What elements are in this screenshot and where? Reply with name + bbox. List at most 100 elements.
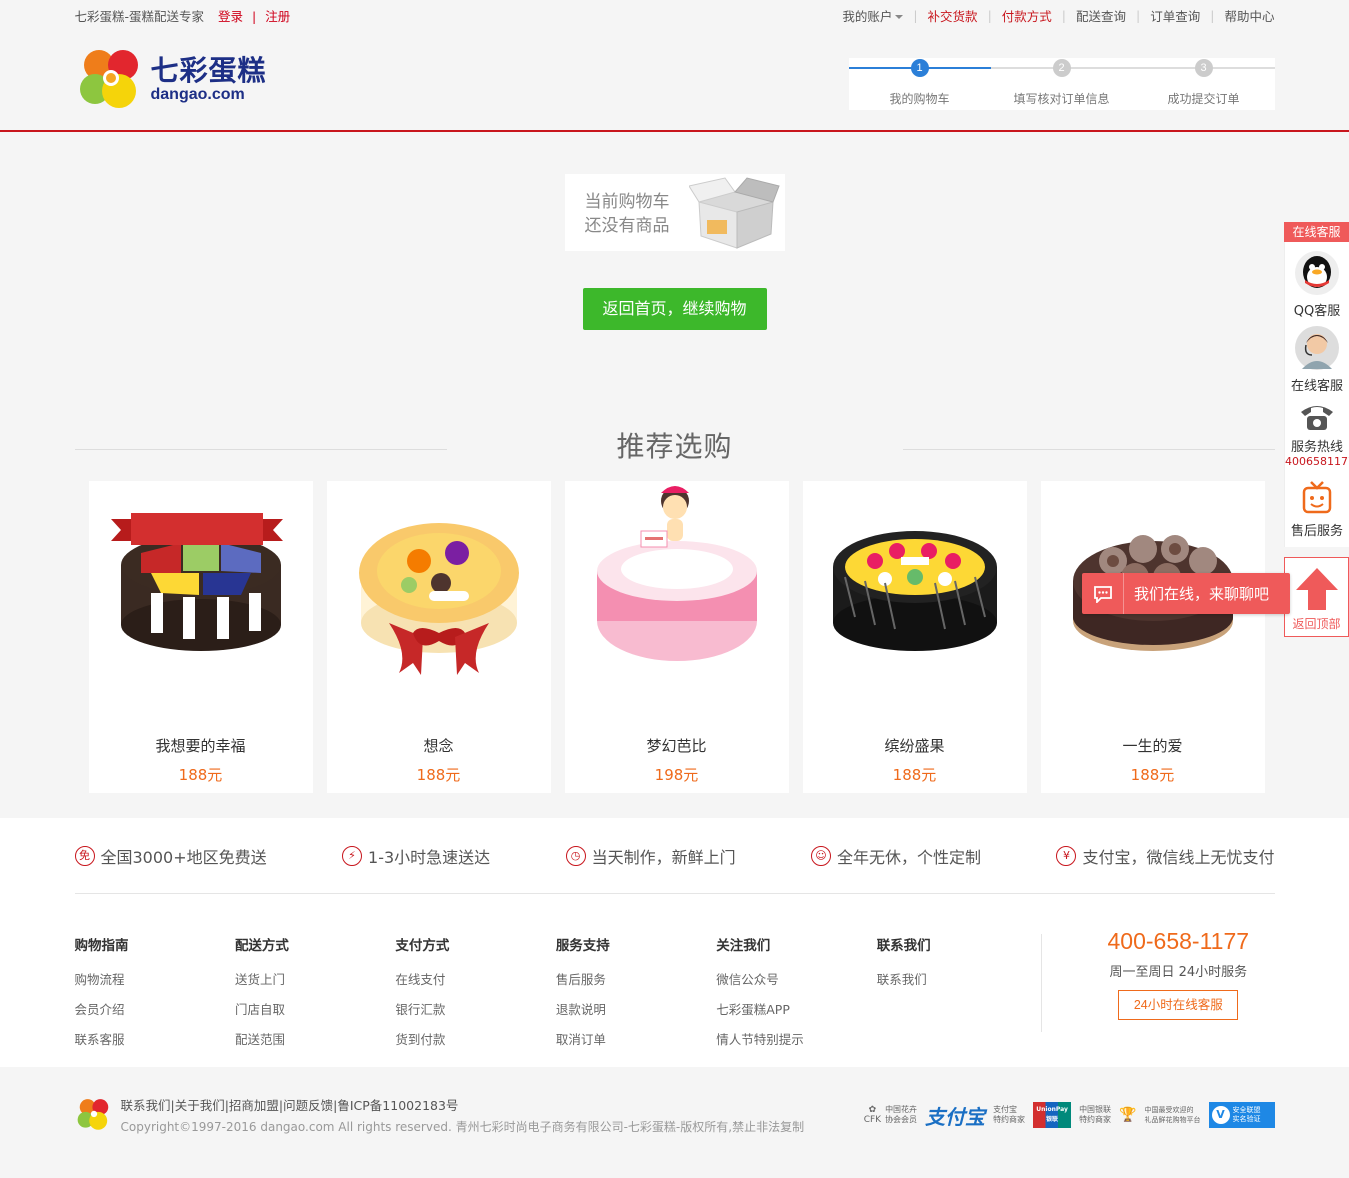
footer-col-title: 联系我们: [876, 938, 931, 954]
logo-text: 七彩蛋糕 dangao.com: [151, 57, 267, 103]
register-link[interactable]: 注册: [265, 9, 290, 24]
hotline-label: 服务热线: [1290, 440, 1343, 455]
pay-balance-link[interactable]: 补交货款: [928, 6, 978, 25]
footer-link[interactable]: 联系我们: [877, 969, 1037, 988]
product-image[interactable]: [565, 481, 789, 721]
chat-invite-button[interactable]: 我们在线，来聊聊吧: [1082, 573, 1290, 614]
bottom-links[interactable]: 联系我们|关于我们|招商加盟|问题反馈|鲁ICP备11002183号: [121, 1095, 805, 1114]
footer-link[interactable]: 银行汇款: [395, 999, 555, 1018]
after-sales-button[interactable]: 售后服务: [1285, 472, 1349, 547]
empty-cart-message: 当前购物车 还没有商品: [585, 190, 670, 238]
side-service-panel: 在线客服 QQ客服 在线客服 服务热线 4006581177 售后服务: [1284, 222, 1349, 547]
product-card[interactable]: 热卖单品 我想要的幸福 188元: [88, 481, 313, 793]
site-logo[interactable]: 七彩蛋糕 dangao.com: [75, 45, 267, 115]
step-submit: 3 成功提交订单: [1132, 58, 1275, 110]
site-slogan: 七彩蛋糕-蛋糕配送专家: [74, 8, 205, 24]
free-icon: 免: [74, 845, 95, 866]
back-to-home-button[interactable]: 返回首页，继续购物: [582, 288, 767, 330]
footer-link[interactable]: 取消订单: [556, 1029, 716, 1048]
product-name[interactable]: 缤纷盛果: [803, 735, 1027, 756]
features-bar: 免 全国3000+地区免费送 ⚡ 1-3小时急速送达 ◷ 当天制作，新鲜上门 ☺…: [0, 818, 1349, 894]
online-service-side-button[interactable]: 在线客服: [1285, 317, 1349, 394]
back-to-top-button[interactable]: 返回顶部: [1284, 557, 1349, 637]
hot-badge-ribbon: [110, 513, 283, 545]
feature-text: 1-3小时急速送达: [368, 847, 491, 867]
badge-text: 特约商家: [993, 1115, 1026, 1124]
footer-col-title: 配送方式: [234, 938, 289, 954]
side-panel-title: 在线客服: [1284, 222, 1349, 242]
feature-payment: ¥ 支付宝，微信线上无忧支付: [1056, 844, 1274, 868]
product-image[interactable]: [327, 481, 551, 721]
unionpay-label: UnionPay: [1036, 1106, 1068, 1113]
footer-col-payment: 支付方式 在线支付 银行汇款 货到付款: [395, 934, 555, 1059]
empty-cart-notice: 当前购物车 还没有商品: [564, 174, 785, 251]
product-card[interactable]: 缤纷盛果 188元: [802, 481, 1027, 793]
footer-link[interactable]: 微信公众号: [716, 969, 876, 988]
product-image[interactable]: 热卖单品: [89, 481, 313, 721]
unionpay-logo[interactable]: UnionPay 银联: [1033, 1102, 1072, 1128]
footer-link[interactable]: 联系客服: [75, 1029, 235, 1048]
product-list: 热卖单品 我想要的幸福 188元 想念 188元 梦幻芭比 198元 缤纷盛果 …: [75, 481, 1275, 793]
my-account-label: 我的账户: [842, 8, 893, 24]
clock-icon: ◷: [565, 845, 586, 866]
unionpay-cn-label: 银联: [1046, 1116, 1059, 1123]
online-service-button[interactable]: 24小时在线客服: [1118, 990, 1239, 1020]
footer-link[interactable]: 情人节特别提示: [716, 1029, 876, 1048]
delivery-query-link[interactable]: 配送查询: [1076, 6, 1126, 25]
after-sales-label: 售后服务: [1290, 524, 1343, 539]
footer-link[interactable]: 配送范围: [235, 1029, 395, 1048]
alipay-logo[interactable]: 支付宝: [925, 1101, 985, 1130]
step-number: 1: [910, 59, 929, 77]
product-name[interactable]: 一生的爱: [1041, 735, 1265, 756]
flower-icon: ✿ CFK: [863, 1105, 882, 1125]
clover-logo-icon: [77, 1099, 108, 1130]
product-price: 188元: [1130, 766, 1175, 784]
secure-verified-badge[interactable]: V 安全联盟 实名验证: [1208, 1102, 1275, 1128]
lightning-icon: ⚡: [342, 845, 363, 866]
product-card[interactable]: 想念 188元: [326, 481, 551, 793]
footer-link[interactable]: 送货上门: [235, 969, 395, 988]
cake-image-icon: [832, 531, 997, 651]
footer-link[interactable]: 购物流程: [75, 969, 235, 988]
payment-methods-link[interactable]: 付款方式: [1002, 6, 1052, 25]
product-name[interactable]: 梦幻芭比: [565, 735, 789, 756]
agent-avatar-icon: [1295, 326, 1339, 370]
badge-text: 实名验证: [1232, 1115, 1261, 1123]
after-sales-icon: [1302, 481, 1332, 514]
product-name[interactable]: 想念: [327, 735, 551, 756]
divider: [902, 449, 1275, 450]
top-bar-left: 七彩蛋糕-蛋糕配送专家 登录 | 注册: [75, 6, 291, 25]
footer-link[interactable]: 在线支付: [395, 969, 555, 988]
footer-link[interactable]: 售后服务: [556, 969, 716, 988]
product-card[interactable]: 一生的爱 188元: [1040, 481, 1265, 793]
product-image[interactable]: [803, 481, 1027, 721]
footer-link[interactable]: 会员介绍: [75, 999, 235, 1018]
badge-text: 支付宝: [993, 1105, 1018, 1114]
qq-service-button[interactable]: QQ客服: [1285, 242, 1349, 319]
arrow-up-icon: [1295, 568, 1338, 610]
product-price: 188元: [178, 766, 223, 784]
features-row: 免 全国3000+地区免费送 ⚡ 1-3小时急速送达 ◷ 当天制作，新鲜上门 ☺…: [74, 818, 1275, 894]
footer-link[interactable]: 退款说明: [556, 999, 716, 1018]
help-center-link[interactable]: 帮助中心: [1224, 6, 1274, 25]
product-name[interactable]: 我想要的幸福: [89, 735, 313, 756]
clover-logo-icon: [79, 50, 138, 108]
footer-col-title: 服务支持: [555, 938, 610, 954]
my-account-link[interactable]: 我的账户: [842, 6, 904, 25]
footer-col-title: 支付方式: [395, 938, 450, 954]
footer-link[interactable]: 门店自取: [235, 999, 395, 1018]
footer-col-title: 关注我们: [716, 938, 771, 954]
hotline-side-button[interactable]: 服务热线 4006581177: [1285, 392, 1349, 472]
cfk-badge[interactable]: ✿ CFK 中国花卉 协会会员: [864, 1105, 917, 1125]
footer-link[interactable]: 货到付款: [395, 1029, 555, 1048]
recommend-title: 推荐选购: [616, 430, 733, 463]
divider: |: [913, 7, 918, 23]
product-card[interactable]: 梦幻芭比 198元: [564, 481, 789, 793]
footer-link[interactable]: 七彩蛋糕APP: [716, 999, 876, 1018]
divider: |: [987, 7, 992, 23]
order-query-link[interactable]: 订单查询: [1150, 6, 1200, 25]
login-link[interactable]: 登录: [218, 9, 243, 24]
alipay-badge-text: 支付宝 特约商家: [993, 1105, 1025, 1125]
footer-col-contact: 联系我们 联系我们: [877, 934, 1037, 1059]
yen-icon: ¥: [1056, 845, 1077, 866]
